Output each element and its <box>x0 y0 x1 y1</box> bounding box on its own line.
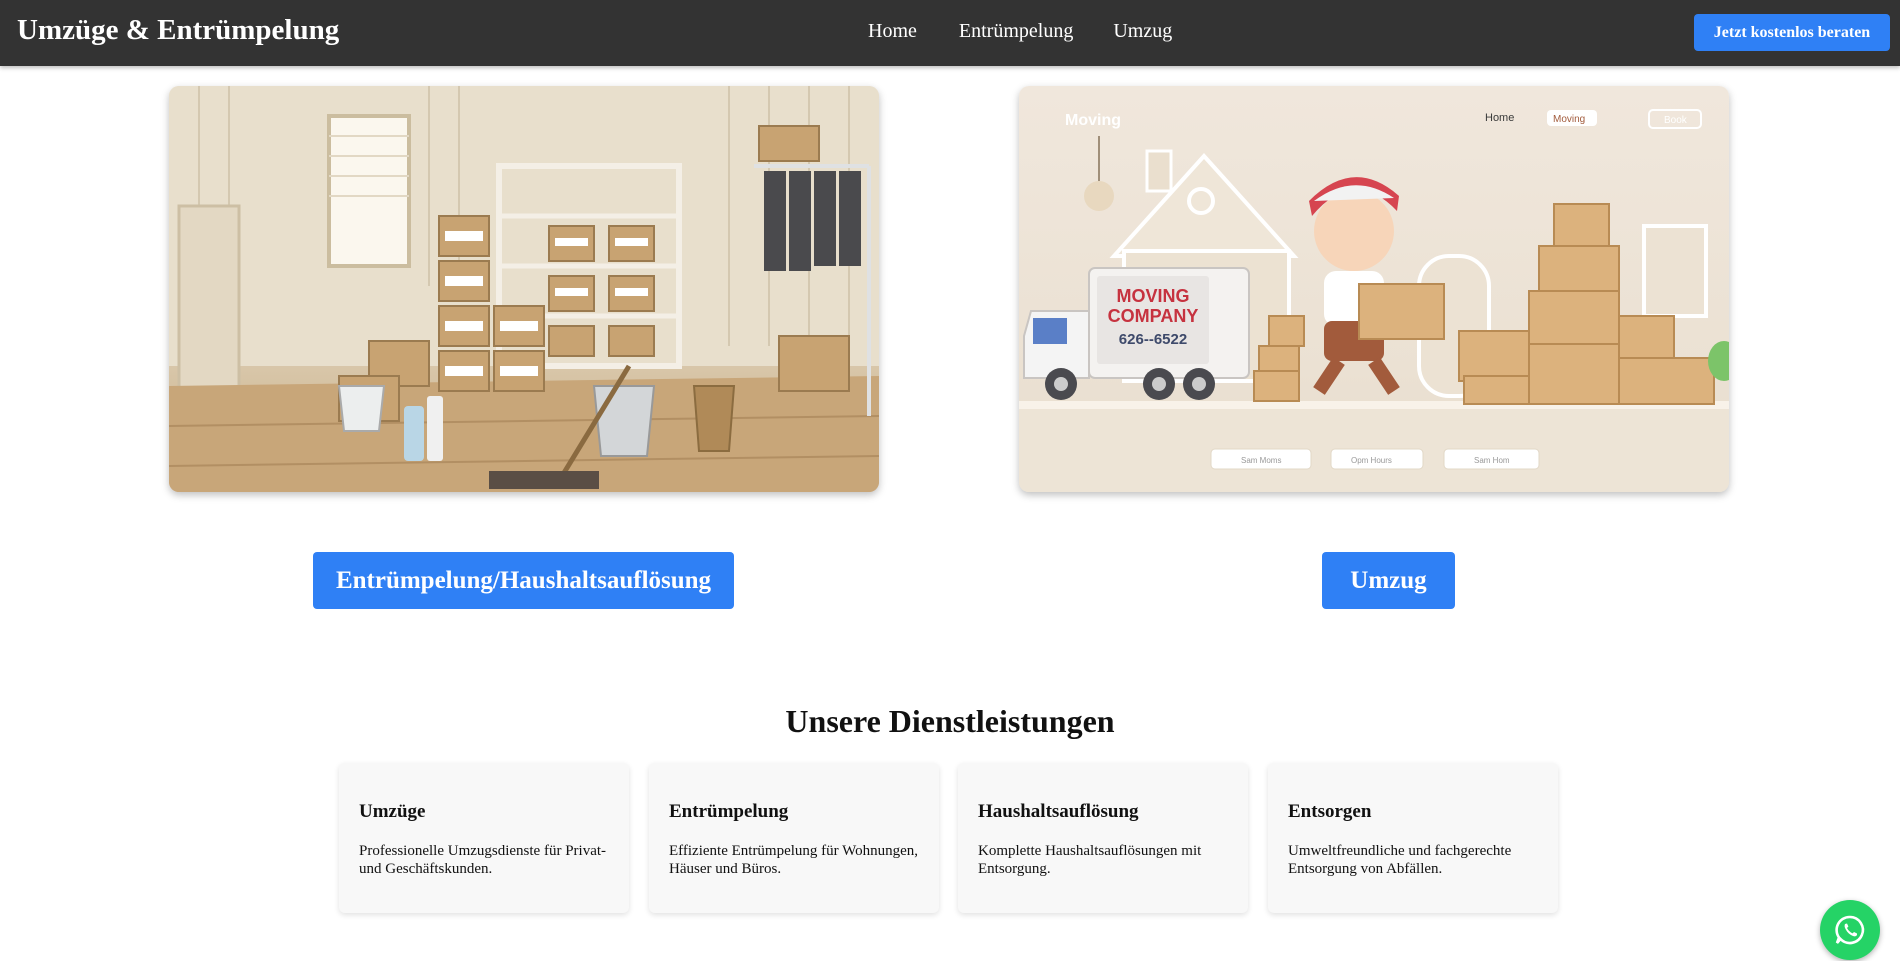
service-card-text: Effiziente Entrümpelung für Wohnungen, H… <box>669 843 919 877</box>
service-card-text: Umweltfreundliche und fachgerechte Entso… <box>1288 843 1512 877</box>
truck-text-moving: MOVING <box>1116 286 1189 306</box>
whatsapp-button[interactable] <box>1820 900 1880 960</box>
truck-phone: 626--6522 <box>1119 331 1187 348</box>
mock-logo-text: Moving <box>1065 112 1121 129</box>
umzug-button[interactable]: Umzug <box>1322 552 1455 609</box>
mock-select-1: Sam Moms <box>1241 456 1281 465</box>
mock-nav-moving: Moving <box>1553 114 1585 125</box>
mock-select-3: Sam Hom <box>1474 456 1510 465</box>
nav-entruempelung-link[interactable]: Entrümpelung <box>959 20 1073 43</box>
service-card: Haushaltsauflösung Komplette Haushaltsau… <box>958 763 1248 913</box>
whatsapp-icon <box>1835 915 1865 945</box>
mock-selects: Sam Moms Opm Hours Sam Hom <box>1210 448 1540 470</box>
mock-select-2: Opm Hours <box>1351 456 1392 465</box>
service-card-text: Komplette Haushaltsauflösungen mit Entso… <box>978 843 1202 877</box>
service-card-title: Umzüge <box>359 801 426 822</box>
site-header: Umzüge & Entrümpelung Home Entrümpelung … <box>0 0 1900 66</box>
service-card-title: Haushaltsauflösung <box>978 801 1139 822</box>
brand-logo[interactable]: Umzüge & Entrümpelung <box>17 14 339 47</box>
service-card: Entrümpelung Effiziente Entrümpelung für… <box>649 763 939 913</box>
main-nav: Home Entrümpelung Umzug <box>868 20 1172 43</box>
free-consultation-button[interactable]: Jetzt kostenlos beraten <box>1694 14 1890 51</box>
decluttering-illustration <box>169 86 879 492</box>
mock-nav-home: Home <box>1485 112 1514 124</box>
service-card: Entsorgen Umweltfreundliche und fachgere… <box>1268 763 1558 913</box>
service-card: Umzüge Professionelle Umzugsdienste für … <box>339 763 629 913</box>
mock-nav-book: Book <box>1664 115 1688 126</box>
service-card-text: Professionelle Umzugsdienste für Privat-… <box>359 843 607 877</box>
entruempelung-button[interactable]: Entrümpelung/Haushaltsauflösung <box>313 552 734 609</box>
services-title: Unsere Dienstleistungen <box>785 703 1115 739</box>
nav-umzug-link[interactable]: Umzug <box>1113 20 1172 43</box>
truck-text-company: COMPANY <box>1108 306 1199 326</box>
service-card-title: Entsorgen <box>1288 801 1372 822</box>
moving-illustration: Moving Home Moving Book MOVING COMPANY 6… <box>1019 109 1729 492</box>
moving-image: Moving Home Moving Book MOVING COMPANY 6… <box>1019 86 1729 492</box>
service-card-title: Entrümpelung <box>669 801 789 822</box>
nav-home-link[interactable]: Home <box>868 20 917 43</box>
decluttering-image <box>169 86 879 492</box>
